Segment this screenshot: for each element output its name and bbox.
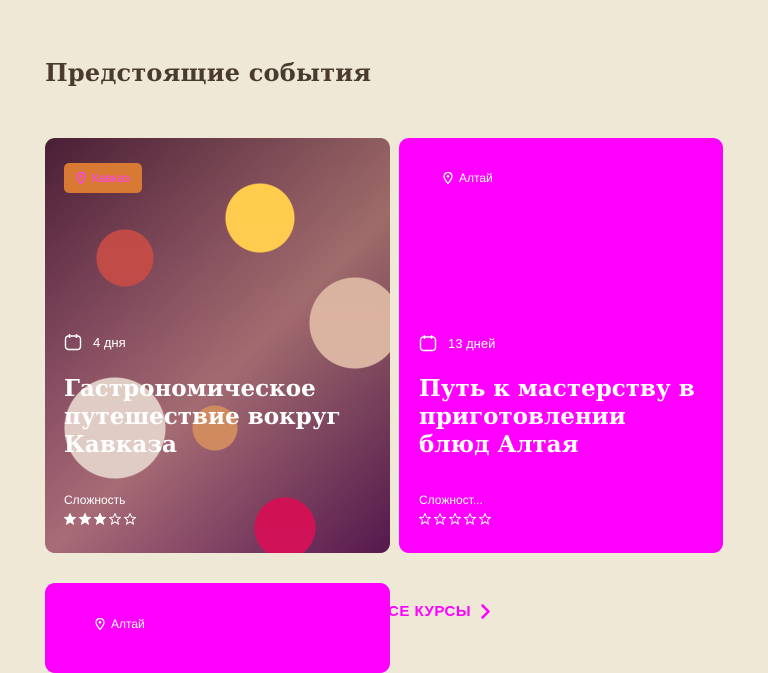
star-icon (434, 513, 446, 525)
event-title[interactable]: Путь к мастерству в приготовлении блюд А… (419, 375, 699, 459)
section-title: Предстоящие события (45, 58, 372, 87)
star-icon (479, 513, 491, 525)
location-label: Кавказ (92, 171, 130, 185)
star-icon (124, 513, 136, 525)
all-courses-label: СЕ КУРСЫ (388, 603, 472, 620)
duration-label: 4 дня (93, 334, 126, 350)
event-card-altai-2[interactable]: Алтай (45, 583, 390, 673)
star-icon (464, 513, 476, 525)
location-badge: Кавказ (64, 163, 142, 193)
star-icon (79, 513, 91, 525)
difficulty-label: Сложность (64, 493, 126, 507)
event-title[interactable]: Гастрономическое путешествие вокруг Кавк… (64, 375, 354, 459)
all-courses-link[interactable]: СЕ КУРСЫ (388, 603, 490, 620)
difficulty-rating (64, 513, 136, 525)
map-pin-icon (95, 618, 105, 630)
star-icon (94, 513, 106, 525)
calendar-icon (64, 334, 82, 351)
location-badge: Алтай (443, 163, 493, 193)
duration: 13 дней (419, 334, 495, 352)
event-card-kavkaz[interactable]: Кавказ 4 дня Гастрономическое путешестви… (45, 138, 390, 553)
location-badge: Алтай (95, 609, 145, 639)
chevron-right-icon (481, 604, 490, 619)
star-icon (64, 513, 76, 525)
location-label: Алтай (111, 617, 145, 631)
calendar-icon (419, 335, 437, 352)
duration: 4 дня (64, 333, 126, 351)
star-icon (419, 513, 431, 525)
difficulty-label: Сложност... (419, 493, 483, 507)
location-label: Алтай (459, 171, 493, 185)
map-pin-icon (76, 172, 86, 184)
map-pin-icon (443, 172, 453, 184)
star-icon (449, 513, 461, 525)
difficulty-rating (419, 513, 491, 525)
star-icon (109, 513, 121, 525)
duration-label: 13 дней (448, 335, 496, 351)
event-card-altai[interactable]: Алтай 13 дней Путь к мастерству в пригот… (399, 138, 723, 553)
